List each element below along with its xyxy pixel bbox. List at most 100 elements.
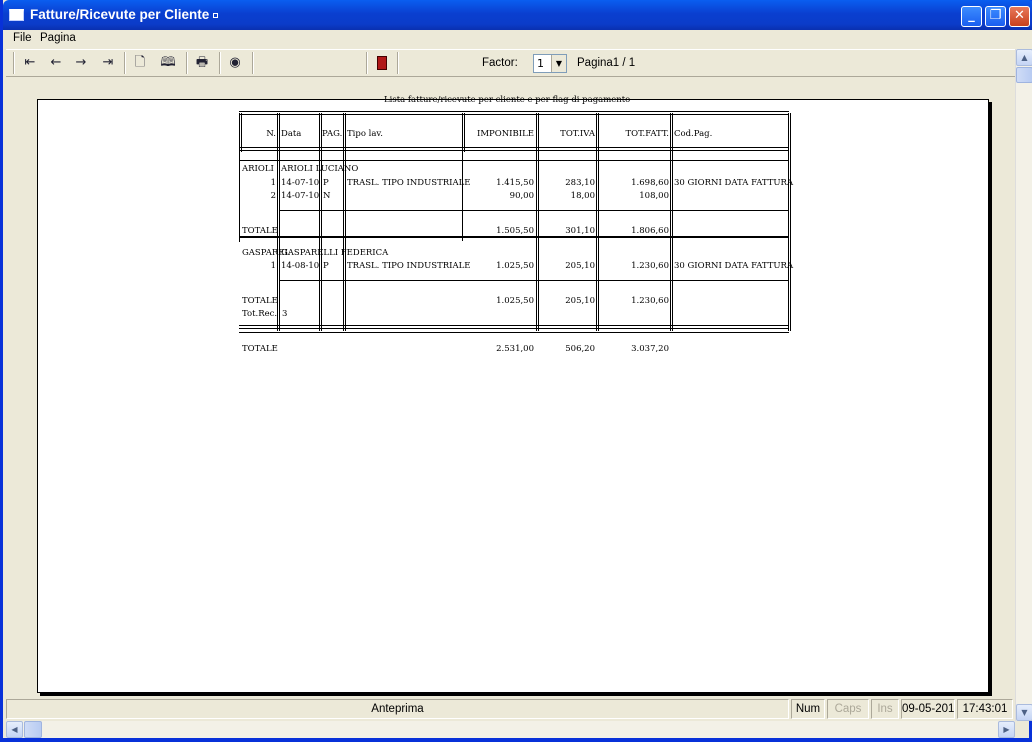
report-title: Lista fatture/ricevute per cliente e per… [384, 95, 631, 105]
column-rule [319, 113, 320, 331]
row-data: 14-07-10 [281, 178, 320, 188]
row-data: 14-08-10 [281, 261, 320, 271]
column-rule [670, 113, 671, 331]
toolbar-grip [13, 52, 15, 74]
factor-value: 1 [537, 57, 544, 70]
factor-label: Factor: [482, 57, 518, 69]
status-mode: Anteprima [6, 699, 789, 719]
group-total-imponibile: 1.025,50 [496, 296, 534, 306]
row-pag: P [323, 261, 329, 271]
subtotal-rule [279, 210, 789, 213]
grand-total-fatt: 3.037,20 [631, 344, 669, 354]
col-header-pag: PAG. [322, 129, 343, 139]
factor-select[interactable]: 1 ▼ [533, 54, 567, 73]
row-tipo: TRASL. TIPO INDUSTRIALE [347, 261, 471, 271]
column-rule [598, 113, 599, 331]
row-cod: 30 GIORNI DATA FATTURA [674, 261, 794, 271]
title-bar[interactable]: Fatture/Ricevute per Cliente _ ❐ ✕ [3, 0, 1032, 30]
menu-bar: File Pagina [6, 30, 1032, 49]
scroll-up-icon[interactable]: ▲ [1016, 49, 1032, 66]
row-n: 2 [270, 191, 276, 201]
row-imponibile: 1.415,50 [496, 178, 534, 188]
toolbar-separator [219, 52, 221, 74]
next-page-icon[interactable]: → [71, 54, 91, 72]
status-bar: Anteprima Num Caps Ins 09-05-2016 17:43:… [6, 697, 1015, 721]
row-tipo: TRASL. TIPO INDUSTRIALE [347, 178, 471, 188]
toolbar-separator [124, 52, 126, 74]
restore-button[interactable]: ❐ [985, 6, 1006, 27]
status-time: 17:43:01 [957, 699, 1013, 719]
two-pages-icon[interactable]: 🕮 [158, 54, 178, 72]
first-page-icon[interactable]: ⇤ [20, 54, 40, 72]
grand-total-label: TOTALE [242, 344, 278, 354]
subtotal-rule [279, 280, 789, 283]
column-rule [464, 113, 465, 152]
report: Lista fatture/ricevute per cliente e per… [38, 95, 990, 694]
status-caps: Caps [827, 699, 869, 719]
toolbar-separator [252, 52, 254, 74]
column-rule [321, 113, 322, 331]
horizontal-scrollbar[interactable]: ◀ ▶ [6, 721, 1015, 738]
row-n: 1 [270, 178, 276, 188]
exit-door-icon[interactable] [372, 54, 392, 72]
row-pag: P [323, 178, 329, 188]
status-ins: Ins [871, 699, 899, 719]
status-num: Num [791, 699, 825, 719]
group-name: ARIOLI LUCIANO [281, 164, 359, 174]
minimize-button[interactable]: _ [961, 6, 982, 27]
column-rule [343, 113, 344, 331]
preview-area[interactable]: Lista fatture/ricevute per cliente e per… [6, 77, 1015, 696]
col-header-imponibile: IMPONIBILE [477, 129, 534, 139]
row-iva: 18,00 [570, 191, 595, 201]
col-header-tipo: Tipo lav. [347, 129, 383, 139]
toolbar-separator [397, 52, 399, 74]
column-rule [788, 113, 789, 331]
column-rule [462, 113, 463, 241]
scroll-right-icon[interactable]: ▶ [998, 721, 1015, 738]
title-marker-icon [213, 12, 219, 18]
row-fatt: 108,00 [639, 191, 669, 201]
column-rule [239, 113, 240, 242]
window-icon [9, 9, 24, 21]
scroll-thumb[interactable] [1016, 67, 1032, 83]
report-page: Lista fatture/ricevute per cliente e per… [37, 95, 990, 694]
row-data: 14-07-10 [281, 191, 320, 201]
col-header-n: N. [266, 129, 276, 139]
menu-pagina[interactable]: Pagina [40, 32, 76, 44]
toolbar: ⇤ ← → ⇥ 🗋 🕮 🖶 ◉ Factor: 1 ▼ Pagina1 / 1 [6, 49, 1015, 77]
records-count: 3 [282, 309, 288, 319]
col-header-data: Data [281, 129, 302, 139]
scroll-thumb-horizontal[interactable] [24, 721, 42, 738]
column-rule [279, 113, 280, 331]
row-cod: 30 GIORNI DATA FATTURA [674, 178, 794, 188]
group-total-iva: 205,10 [565, 296, 595, 306]
last-page-icon[interactable]: ⇥ [98, 54, 118, 72]
scroll-left-icon[interactable]: ◀ [6, 721, 23, 738]
column-rule [538, 113, 539, 331]
column-rule [790, 113, 791, 331]
group-total-fatt: 1.230,60 [631, 296, 669, 306]
chevron-down-icon[interactable]: ▼ [551, 55, 566, 72]
prev-page-icon[interactable]: ← [46, 54, 66, 72]
scroll-down-icon[interactable]: ▼ [1016, 704, 1032, 721]
menu-file[interactable]: File [13, 32, 32, 44]
row-fatt: 1.230,60 [631, 261, 669, 271]
group-total-fatt: 1.806,60 [631, 226, 669, 236]
close-button[interactable]: ✕ [1009, 6, 1030, 27]
single-page-icon[interactable]: 🗋 [130, 54, 150, 72]
page-indicator: Pagina1 / 1 [577, 57, 636, 69]
window-frame-bottom [0, 738, 1032, 742]
row-imponibile: 90,00 [509, 191, 534, 201]
group-total-label: TOTALE [242, 226, 278, 236]
column-rule [672, 113, 673, 331]
column-rule [596, 113, 597, 331]
export-icon[interactable]: ◉ [225, 54, 245, 72]
grand-total-iva: 506,20 [565, 344, 595, 354]
row-pag: N [323, 191, 331, 201]
report-bottom-rule [239, 325, 789, 329]
row-n: 1 [270, 261, 276, 271]
vertical-scrollbar[interactable]: ▲ ▼ [1015, 49, 1032, 721]
print-icon[interactable]: 🖶 [192, 54, 212, 72]
window-title: Fatture/Ricevute per Cliente [30, 7, 219, 22]
column-rule [536, 113, 537, 331]
